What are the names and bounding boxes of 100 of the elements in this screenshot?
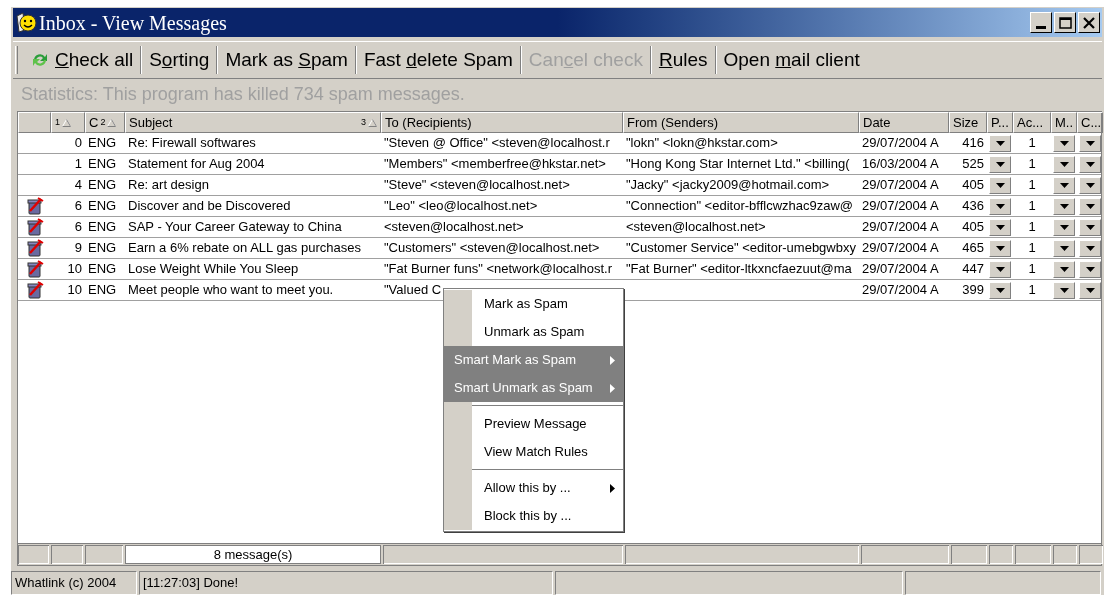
table-cell-text: "Customer Service" <editor-umebgwbxy (626, 239, 856, 258)
column-header[interactable]: Ac... (1013, 112, 1051, 133)
dropdown-button[interactable] (989, 134, 1011, 152)
table-cell-text: 416 (962, 134, 984, 153)
dropdown-button[interactable] (1079, 176, 1101, 194)
sort-ascending-icon (107, 118, 117, 127)
toolbar-button[interactable]: Open mail client (716, 45, 867, 75)
caret-icon (1059, 245, 1069, 251)
table-cell-text: <steven@localhost.net> (626, 218, 766, 237)
table-cell-text: 1 (1028, 134, 1036, 153)
dropdown-button[interactable] (989, 218, 1011, 236)
table-cell-text: Earn a 6% rebate on ALL gas purchases (128, 239, 361, 258)
dropdown-button[interactable] (1079, 239, 1101, 257)
dropdown-button[interactable] (1079, 281, 1101, 299)
table-cell-text: Meet people who want to meet you. (128, 281, 334, 300)
table-cell-text: Lose Weight While You Sleep (128, 260, 299, 279)
column-header[interactable]: M.. (1051, 112, 1077, 133)
dropdown-button[interactable] (1079, 260, 1101, 278)
column-header[interactable]: C... (1077, 112, 1103, 133)
dropdown-button[interactable] (1079, 155, 1101, 173)
table-cell-text: 6 (74, 197, 82, 216)
table-cell-text: 29/07/2004 A (862, 197, 939, 216)
dropdown-button[interactable] (989, 197, 1011, 215)
table-cell-text: "Jacky" <jacky2009@hotmail.com> (626, 176, 830, 195)
table-cell-text: 29/07/2004 A (862, 281, 939, 300)
column-header[interactable]: Size (949, 112, 987, 133)
close-icon (1083, 16, 1095, 29)
dropdown-button[interactable] (1053, 218, 1075, 236)
toolbar-button[interactable]: Rules (651, 45, 715, 75)
table-cell-text: 447 (962, 260, 984, 279)
caret-icon (1059, 182, 1069, 188)
table-cell-text: "Leo" <leo@localhost.net> (384, 197, 538, 216)
table-cell-text: 6 (74, 218, 82, 237)
column-header[interactable]: Subject 3 (125, 112, 381, 133)
table-cell-text: ENG (88, 197, 117, 216)
sort-ascending-icon (368, 118, 377, 127)
message-count: 8 message(s) (125, 545, 381, 564)
caret-icon (1085, 140, 1095, 146)
toolbar-button[interactable]: Mark as Spam (218, 45, 355, 75)
table-cell-text: ENG (88, 260, 117, 279)
table-cell-text: ENG (88, 134, 117, 153)
column-header[interactable]: 1 (51, 112, 85, 133)
table-cell-text: 525 (962, 155, 984, 174)
caret-icon (1085, 245, 1095, 251)
smiley-icon (15, 11, 37, 34)
dropdown-button[interactable] (989, 260, 1011, 278)
table-cell-text: 4 (74, 176, 82, 195)
table-cell-text: 1 (1028, 239, 1036, 258)
menu-item[interactable]: Smart Unmark as Spam (444, 374, 623, 402)
table-cell-text: "Steven @ Office" <steven@localhost.r (384, 134, 610, 153)
dropdown-button[interactable] (1053, 260, 1075, 278)
menu-item[interactable]: Smart Mark as Spam (444, 346, 623, 374)
dropdown-button[interactable] (1053, 155, 1075, 173)
dropdown-button[interactable] (1079, 134, 1101, 152)
column-header[interactable]: From (Senders) (623, 112, 859, 133)
table-cell-text: 1 (1028, 176, 1036, 195)
maximize-icon (1058, 16, 1072, 29)
caret-icon (1059, 224, 1069, 230)
table-cell-text: 16/03/2004 A (862, 155, 939, 174)
table-cell-text: 465 (962, 239, 984, 258)
table-cell-text: 1 (1028, 155, 1036, 174)
table-cell-text: 1 (1028, 197, 1036, 216)
table-cell-text: Re: Firewall softwares (128, 134, 256, 153)
dropdown-button[interactable] (1053, 281, 1075, 299)
dropdown-button[interactable] (1053, 134, 1075, 152)
close-button[interactable] (1078, 12, 1100, 33)
table-cell-text: 405 (962, 176, 984, 195)
dropdown-button[interactable] (989, 155, 1011, 173)
table-cell-text: 10 (67, 260, 82, 279)
dropdown-button[interactable] (1053, 239, 1075, 257)
dropdown-button[interactable] (1053, 176, 1075, 194)
table-cell-text: Statement for Aug 2004 (128, 155, 265, 174)
table-cell-text: "Hong Kong Star Internet Ltd." <billing( (626, 155, 850, 174)
column-header[interactable]: Date (859, 112, 949, 133)
table-cell-text: 29/07/2004 A (862, 218, 939, 237)
dropdown-button[interactable] (1053, 197, 1075, 215)
maximize-button[interactable] (1054, 12, 1076, 33)
sort-ascending-icon (62, 118, 71, 127)
toolbar-button[interactable]: Check all (24, 45, 141, 75)
table-cell-text: 0 (74, 134, 82, 153)
table-cell-text: "Fat Burner funs" <network@localhost.r (384, 260, 612, 279)
status-text: Whatlink (c) 2004 (11, 571, 137, 595)
minimize-button[interactable] (1030, 12, 1052, 33)
column-header[interactable]: To (Recipients) (381, 112, 623, 133)
column-header[interactable]: P... (987, 112, 1013, 133)
dropdown-button[interactable] (989, 281, 1011, 299)
table-cell-text: 1 (1028, 281, 1036, 300)
dropdown-button[interactable] (989, 176, 1011, 194)
table-cell-text: ENG (88, 155, 117, 174)
table-cell-text: 436 (962, 197, 984, 216)
table-cell-text: "Members" <memberfree@hkstar.net> (384, 155, 606, 174)
dropdown-button[interactable] (989, 239, 1011, 257)
dropdown-button[interactable] (1079, 218, 1101, 236)
caret-icon (1085, 224, 1095, 230)
toolbar-button[interactable]: Fast delete Spam (356, 45, 520, 75)
toolbar-button[interactable]: Sorting (142, 45, 217, 75)
table-cell-text: 29/07/2004 A (862, 260, 939, 279)
column-header[interactable] (18, 112, 51, 133)
dropdown-button[interactable] (1079, 197, 1101, 215)
table-cell-text: "lokn" <lokn@hkstar.com> (626, 134, 778, 153)
